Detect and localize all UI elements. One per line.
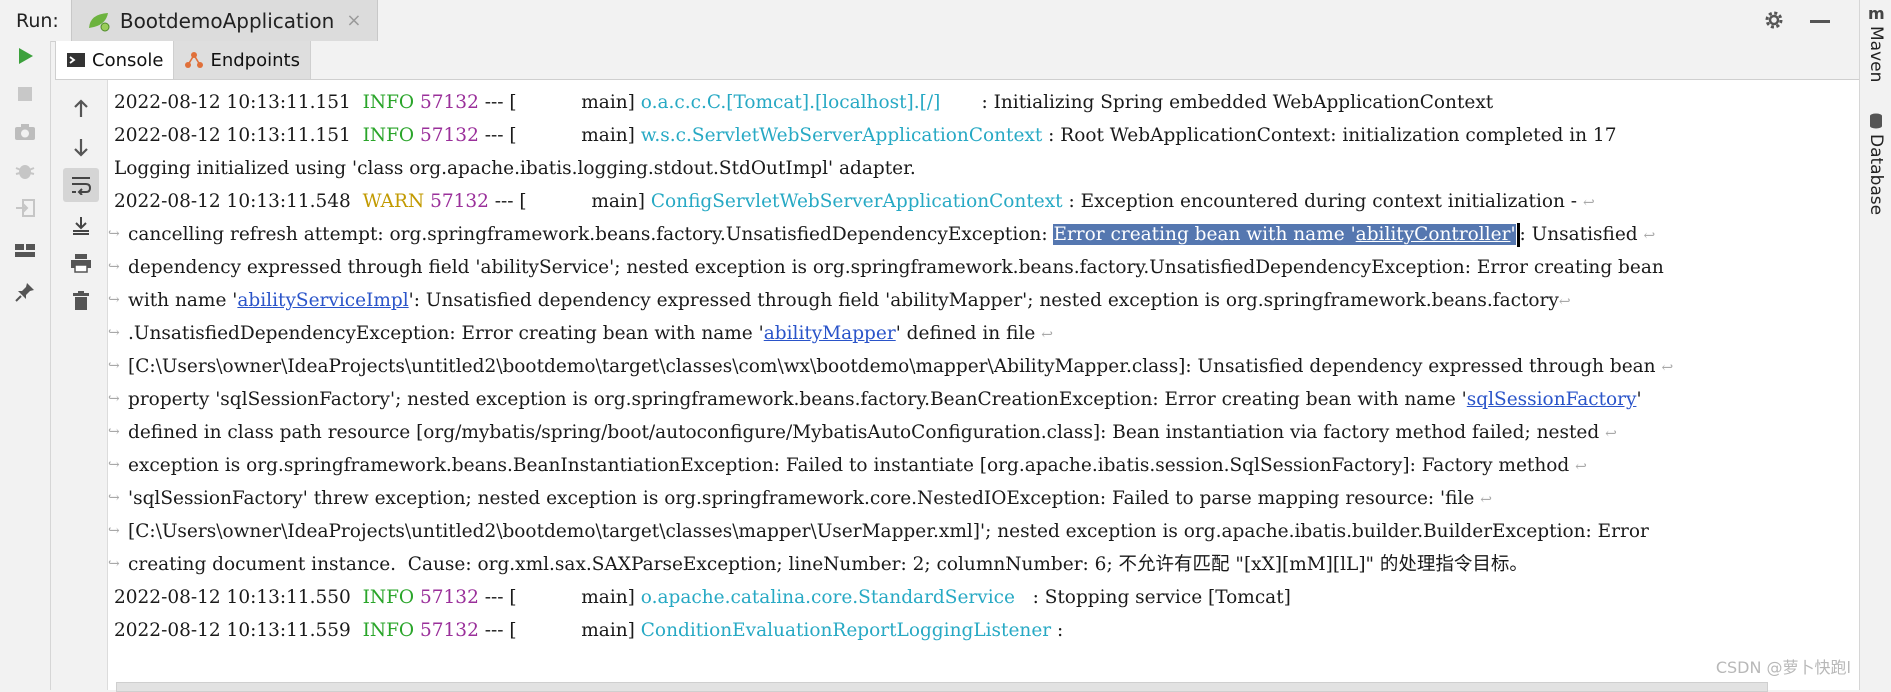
right-tool-strip: m Maven Database bbox=[1859, 0, 1891, 690]
wrapped-line: ↪ exception is org.springframework.beans.… bbox=[108, 455, 1587, 476]
wrap-start-icon: ↪ bbox=[108, 226, 120, 242]
wrapped-line: ↪'sqlSessionFactory' threw exception; ne… bbox=[108, 488, 1492, 509]
watermark: CSDN @萝卜快跑l bbox=[1715, 658, 1851, 677]
maven-panel-button[interactable]: Maven bbox=[1866, 26, 1886, 82]
scroll-to-end-icon[interactable] bbox=[66, 210, 96, 240]
pin-icon[interactable] bbox=[10, 277, 40, 307]
wrapped-line: ↪ [C:\Users\owner\IdeaProjects\untitled2\… bbox=[108, 521, 1649, 542]
log-line: 2022-08-12 10:13:11.151 INFO 57132 --- [… bbox=[114, 92, 1494, 113]
log-line: 2022-08-12 10:13:11.559 INFO 57132 --- [… bbox=[114, 620, 1064, 641]
tab-console-label: Console bbox=[92, 49, 164, 71]
spring-boot-icon bbox=[88, 12, 110, 31]
horizontal-scrollbar[interactable] bbox=[116, 682, 1768, 692]
log-line: 2022-08-12 10:13:11.151 INFO 57132 --- [… bbox=[114, 125, 1617, 146]
run-toolwindow-header: Run: BootdemoApplication × bbox=[0, 0, 1860, 42]
run-config-tab[interactable]: BootdemoApplication × bbox=[70, 0, 379, 41]
stop-icon[interactable] bbox=[10, 79, 40, 109]
arrow-down-icon[interactable] bbox=[66, 132, 96, 162]
soft-wrap-icon[interactable] bbox=[63, 168, 99, 202]
log-line: 2022-08-12 10:13:11.550 INFO 57132 --- [… bbox=[114, 587, 1291, 608]
tab-console[interactable]: Console bbox=[55, 41, 175, 79]
rerun-icon[interactable] bbox=[10, 41, 40, 71]
svg-text:m: m bbox=[1868, 4, 1885, 22]
wrapped-line: ↪ dependency expressed through field 'abi… bbox=[108, 257, 1664, 278]
arrow-up-icon[interactable] bbox=[66, 94, 96, 124]
console-toolbar bbox=[55, 80, 108, 690]
wrap-end-icon: ↩ bbox=[1582, 195, 1595, 211]
wrapped-line: ↪ .UnsatisfiedDependencyException: Error … bbox=[108, 323, 1053, 344]
console-subtabs: Console Endpoints bbox=[55, 41, 1860, 80]
run-left-toolbar bbox=[0, 41, 51, 690]
minimize-icon[interactable] bbox=[1810, 19, 1830, 23]
maven-icon: m bbox=[1868, 4, 1885, 22]
debug-icon[interactable] bbox=[10, 155, 40, 185]
layout-icon[interactable] bbox=[10, 235, 40, 265]
wrapped-line: ↪ [C:\Users\owner\IdeaProjects\untitled2\… bbox=[108, 356, 1674, 377]
abilityMapper-link[interactable]: abilityMapper bbox=[764, 323, 896, 344]
login-icon[interactable] bbox=[10, 193, 40, 223]
gear-icon[interactable] bbox=[1762, 8, 1786, 32]
wrapped-line: ↪ defined in class path resource [org/myb… bbox=[108, 422, 1617, 443]
sqlSessionFactory-link[interactable]: sqlSessionFactory bbox=[1467, 389, 1637, 410]
database-icon bbox=[1870, 113, 1882, 129]
run-label: Run: bbox=[16, 9, 59, 32]
console-icon bbox=[67, 53, 85, 67]
print-icon[interactable] bbox=[66, 248, 96, 278]
wrapped-line: ↪ with name 'abilityServiceImpl': Unsatis… bbox=[108, 290, 1571, 311]
endpoints-icon bbox=[185, 52, 204, 68]
run-config-title: BootdemoApplication bbox=[119, 8, 335, 33]
abilityController-link[interactable]: abilityController bbox=[1356, 224, 1511, 245]
wrapped-line: ↪ cancelling refresh attempt: org.springf… bbox=[108, 218, 1673, 251]
abilityServiceImpl-link[interactable]: abilityServiceImpl bbox=[237, 290, 408, 311]
trash-icon[interactable] bbox=[66, 286, 96, 316]
tab-endpoints-label: Endpoints bbox=[210, 49, 300, 71]
log-line: Logging initialized using 'class org.apa… bbox=[114, 158, 916, 179]
wrapped-line: ↪ creating document instance. Cause: org.… bbox=[108, 554, 1528, 575]
camera-icon[interactable] bbox=[10, 117, 40, 147]
tab-endpoints[interactable]: Endpoints bbox=[174, 41, 311, 79]
console-output[interactable]: 2022-08-12 10:13:11.151 INFO 57132 --- [… bbox=[108, 80, 1860, 690]
log-line: 2022-08-12 10:13:11.548 WARN 57132 --- [… bbox=[114, 191, 1595, 212]
close-tab-icon[interactable]: × bbox=[346, 10, 361, 31]
wrapped-line: ↪ property 'sqlSessionFactory'; nested ex… bbox=[108, 389, 1642, 410]
database-panel-button[interactable]: Database bbox=[1866, 134, 1886, 215]
selected-text[interactable]: Error creating bean with name 'abilityCo… bbox=[1053, 224, 1516, 245]
